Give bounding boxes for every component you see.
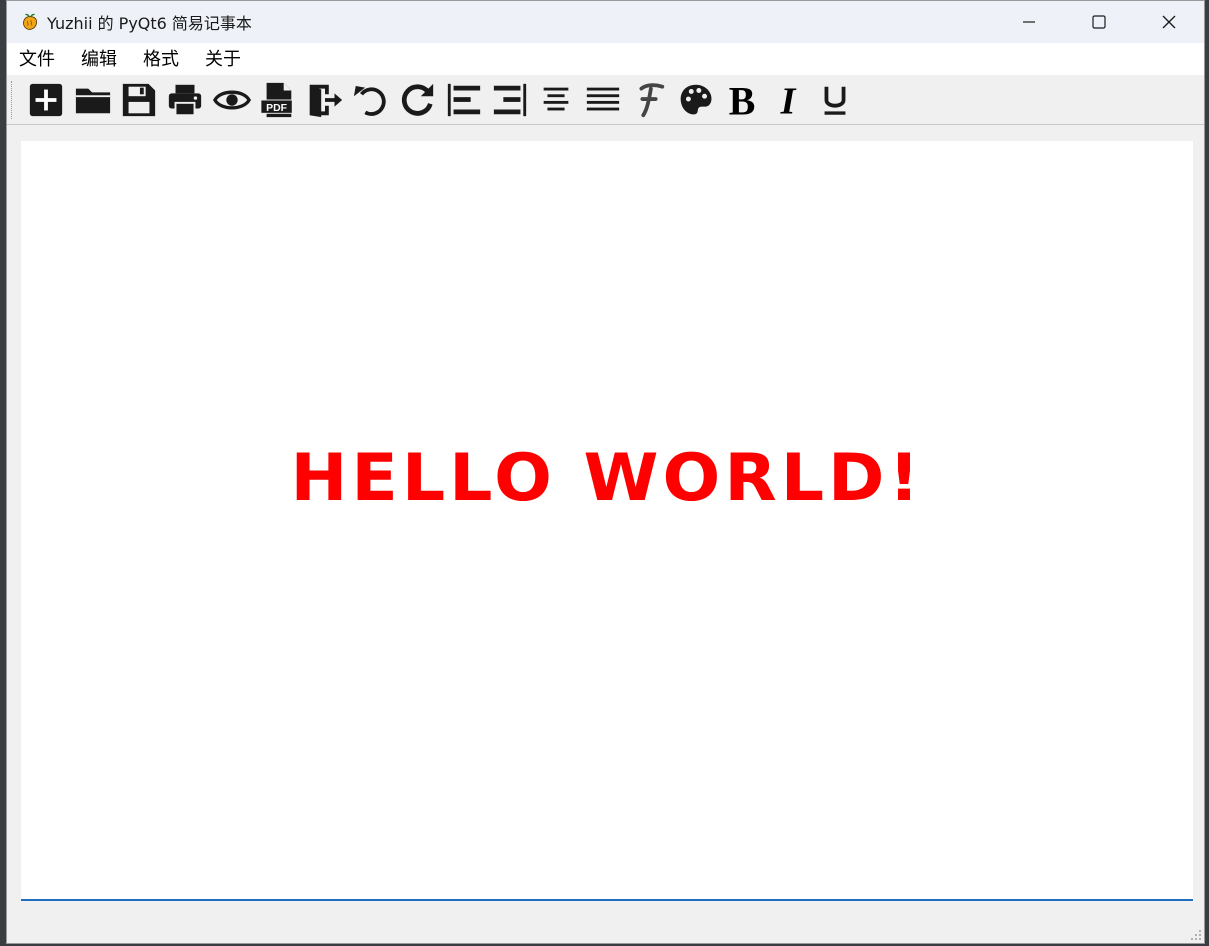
font-icon [639,82,665,117]
maximize-icon [1092,15,1106,29]
undo-button[interactable] [348,77,394,123]
align-justify-button[interactable] [580,77,626,123]
open-file-button[interactable] [69,77,115,123]
minimize-icon [1023,21,1035,23]
export-pdf-icon: PDF [260,82,293,117]
redo-button[interactable] [394,77,440,123]
window-title: Yuzhii 的 PyQt6 简易记事本 [47,14,252,33]
text-editor[interactable]: HELLO WORLD! [21,141,1193,901]
underline-button[interactable] [812,77,858,123]
resize-grip-icon[interactable] [1190,929,1202,941]
new-file-icon [30,83,63,116]
italic-button[interactable]: I [765,77,811,123]
toolbar: PDF B I [7,75,1204,125]
app-logo-icon [23,13,37,30]
toolbar-grip[interactable] [11,80,15,119]
align-center-icon [544,87,569,110]
status-bar [7,901,1204,943]
menu-format[interactable]: 格式 [130,43,192,75]
close-button[interactable] [1134,1,1204,43]
save-button[interactable] [116,77,162,123]
preview-eye-icon [212,90,251,109]
color-button[interactable] [672,77,718,123]
align-left-icon [447,83,480,116]
align-right-icon [493,83,527,116]
align-right-button[interactable] [487,77,533,123]
svg-text:PDF: PDF [266,102,287,113]
color-palette-icon [680,84,712,114]
app-window: Yuzhii 的 PyQt6 简易记事本 文件 编辑 格式 关于 PDF B I… [6,0,1205,944]
menu-edit[interactable]: 编辑 [68,43,130,75]
menu-file[interactable]: 文件 [7,43,68,75]
undo-icon [353,85,386,116]
bold-button[interactable]: B [719,77,765,123]
svg-text:I: I [780,81,797,119]
open-folder-icon [75,88,110,113]
new-file-button[interactable] [23,77,69,123]
maximize-button[interactable] [1064,1,1134,43]
svg-text:B: B [729,81,756,119]
align-justify-icon [586,87,620,110]
exit-door-icon [309,84,342,117]
align-center-button[interactable] [533,77,579,123]
exit-button[interactable] [301,77,347,123]
print-icon [169,84,202,116]
title-bar[interactable]: Yuzhii 的 PyQt6 简易记事本 [7,1,1204,43]
bold-icon: B [729,81,756,119]
document-text: HELLO WORLD! [290,440,924,517]
underline-icon [824,86,846,115]
redo-icon [402,83,434,116]
print-button[interactable] [162,77,208,123]
italic-icon: I [780,81,797,119]
menu-bar: 文件 编辑 格式 关于 [7,43,1204,75]
font-button[interactable] [626,77,672,123]
menu-about[interactable]: 关于 [192,43,254,75]
minimize-button[interactable] [994,1,1064,43]
align-left-button[interactable] [441,77,487,123]
export-pdf-button[interactable]: PDF [255,77,301,123]
print-preview-button[interactable] [209,77,255,123]
close-icon [1162,15,1176,29]
save-icon [122,83,156,116]
